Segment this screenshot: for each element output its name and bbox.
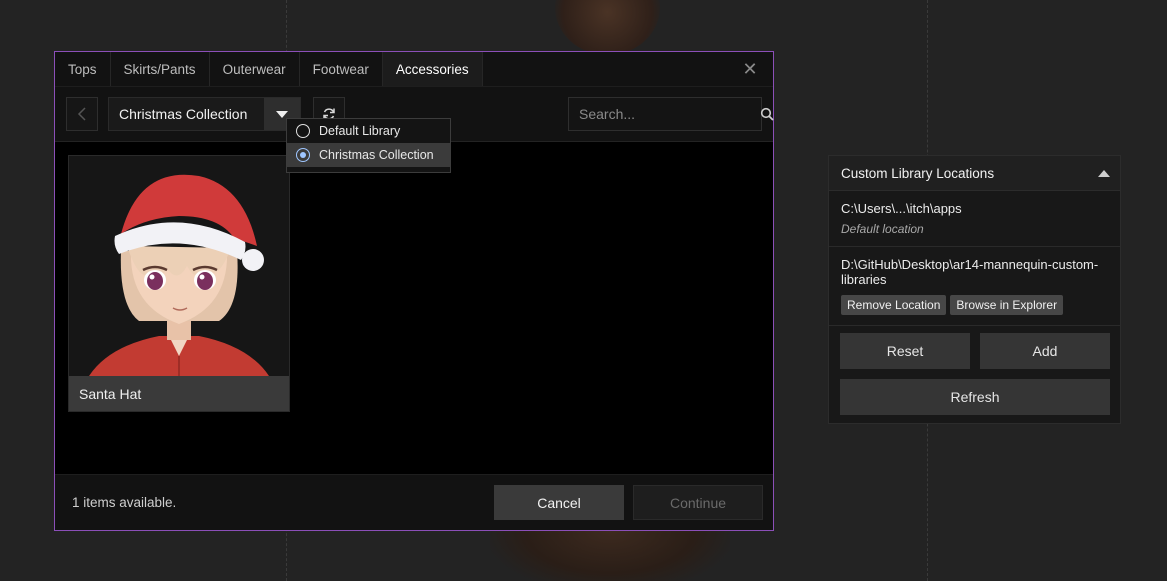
panel-header[interactable]: Custom Library Locations: [829, 156, 1120, 191]
location-entry-custom: D:\GitHub\Desktop\ar14-mannequin-custom-…: [829, 247, 1120, 326]
tab-skirts-pants[interactable]: Skirts/Pants: [111, 52, 210, 86]
bg-mannequin-legs: [490, 531, 730, 581]
search-icon[interactable]: [760, 107, 774, 121]
dropdown-option-label: Default Library: [319, 124, 401, 138]
add-button[interactable]: Add: [980, 333, 1110, 369]
item-thumbnail: [69, 156, 289, 376]
tab-outerwear[interactable]: Outerwear: [210, 52, 300, 86]
item-grid: Santa Hat: [55, 142, 773, 474]
location-note: Default location: [841, 222, 924, 236]
bg-mannequin-head: [555, 0, 660, 55]
location-actions: Remove Location Browse in Explorer: [841, 295, 1108, 315]
library-select[interactable]: Christmas Collection: [108, 97, 301, 131]
close-icon[interactable]: ✕: [741, 60, 759, 78]
browse-in-explorer-button[interactable]: Browse in Explorer: [950, 295, 1064, 315]
search-box: [568, 97, 774, 131]
reset-button[interactable]: Reset: [840, 333, 970, 369]
location-path: C:\Users\...\itch\apps: [841, 201, 962, 216]
radio-selected-icon: [296, 148, 310, 162]
tab-bar: Tops Skirts/Pants Outerwear Footwear Acc…: [55, 52, 773, 87]
location-path: D:\GitHub\Desktop\ar14-mannequin-custom-…: [841, 257, 1099, 287]
library-select-value: Christmas Collection: [119, 106, 248, 122]
dropdown-option-default-library[interactable]: Default Library: [287, 119, 450, 143]
library-dropdown-menu: Default Library Christmas Collection: [286, 118, 451, 173]
radio-icon: [296, 124, 310, 138]
dropdown-option-christmas-collection[interactable]: Christmas Collection: [287, 143, 450, 167]
cancel-button[interactable]: Cancel: [494, 485, 624, 520]
custom-library-locations-panel: Custom Library Locations C:\Users\...\it…: [828, 155, 1121, 424]
back-button[interactable]: [66, 97, 98, 131]
tab-footwear[interactable]: Footwear: [300, 52, 383, 86]
collapse-up-icon[interactable]: [1098, 170, 1110, 177]
remove-location-button[interactable]: Remove Location: [841, 295, 947, 315]
chevron-left-icon: [77, 107, 86, 121]
items-count-status: 1 items available.: [72, 495, 177, 510]
panel-title: Custom Library Locations: [841, 165, 995, 181]
refresh-button[interactable]: Refresh: [840, 379, 1110, 415]
item-card[interactable]: Santa Hat: [68, 155, 290, 412]
tab-accessories[interactable]: Accessories: [382, 52, 483, 86]
dropdown-option-label: Christmas Collection: [319, 148, 434, 162]
search-input[interactable]: [569, 98, 760, 130]
tab-tops[interactable]: Tops: [55, 52, 111, 86]
continue-button[interactable]: Continue: [633, 485, 763, 520]
location-entry-default: C:\Users\...\itch\apps Default location: [829, 191, 1120, 247]
item-label: Santa Hat: [69, 376, 289, 411]
dialog-footer: 1 items available. Cancel Continue: [55, 474, 773, 530]
